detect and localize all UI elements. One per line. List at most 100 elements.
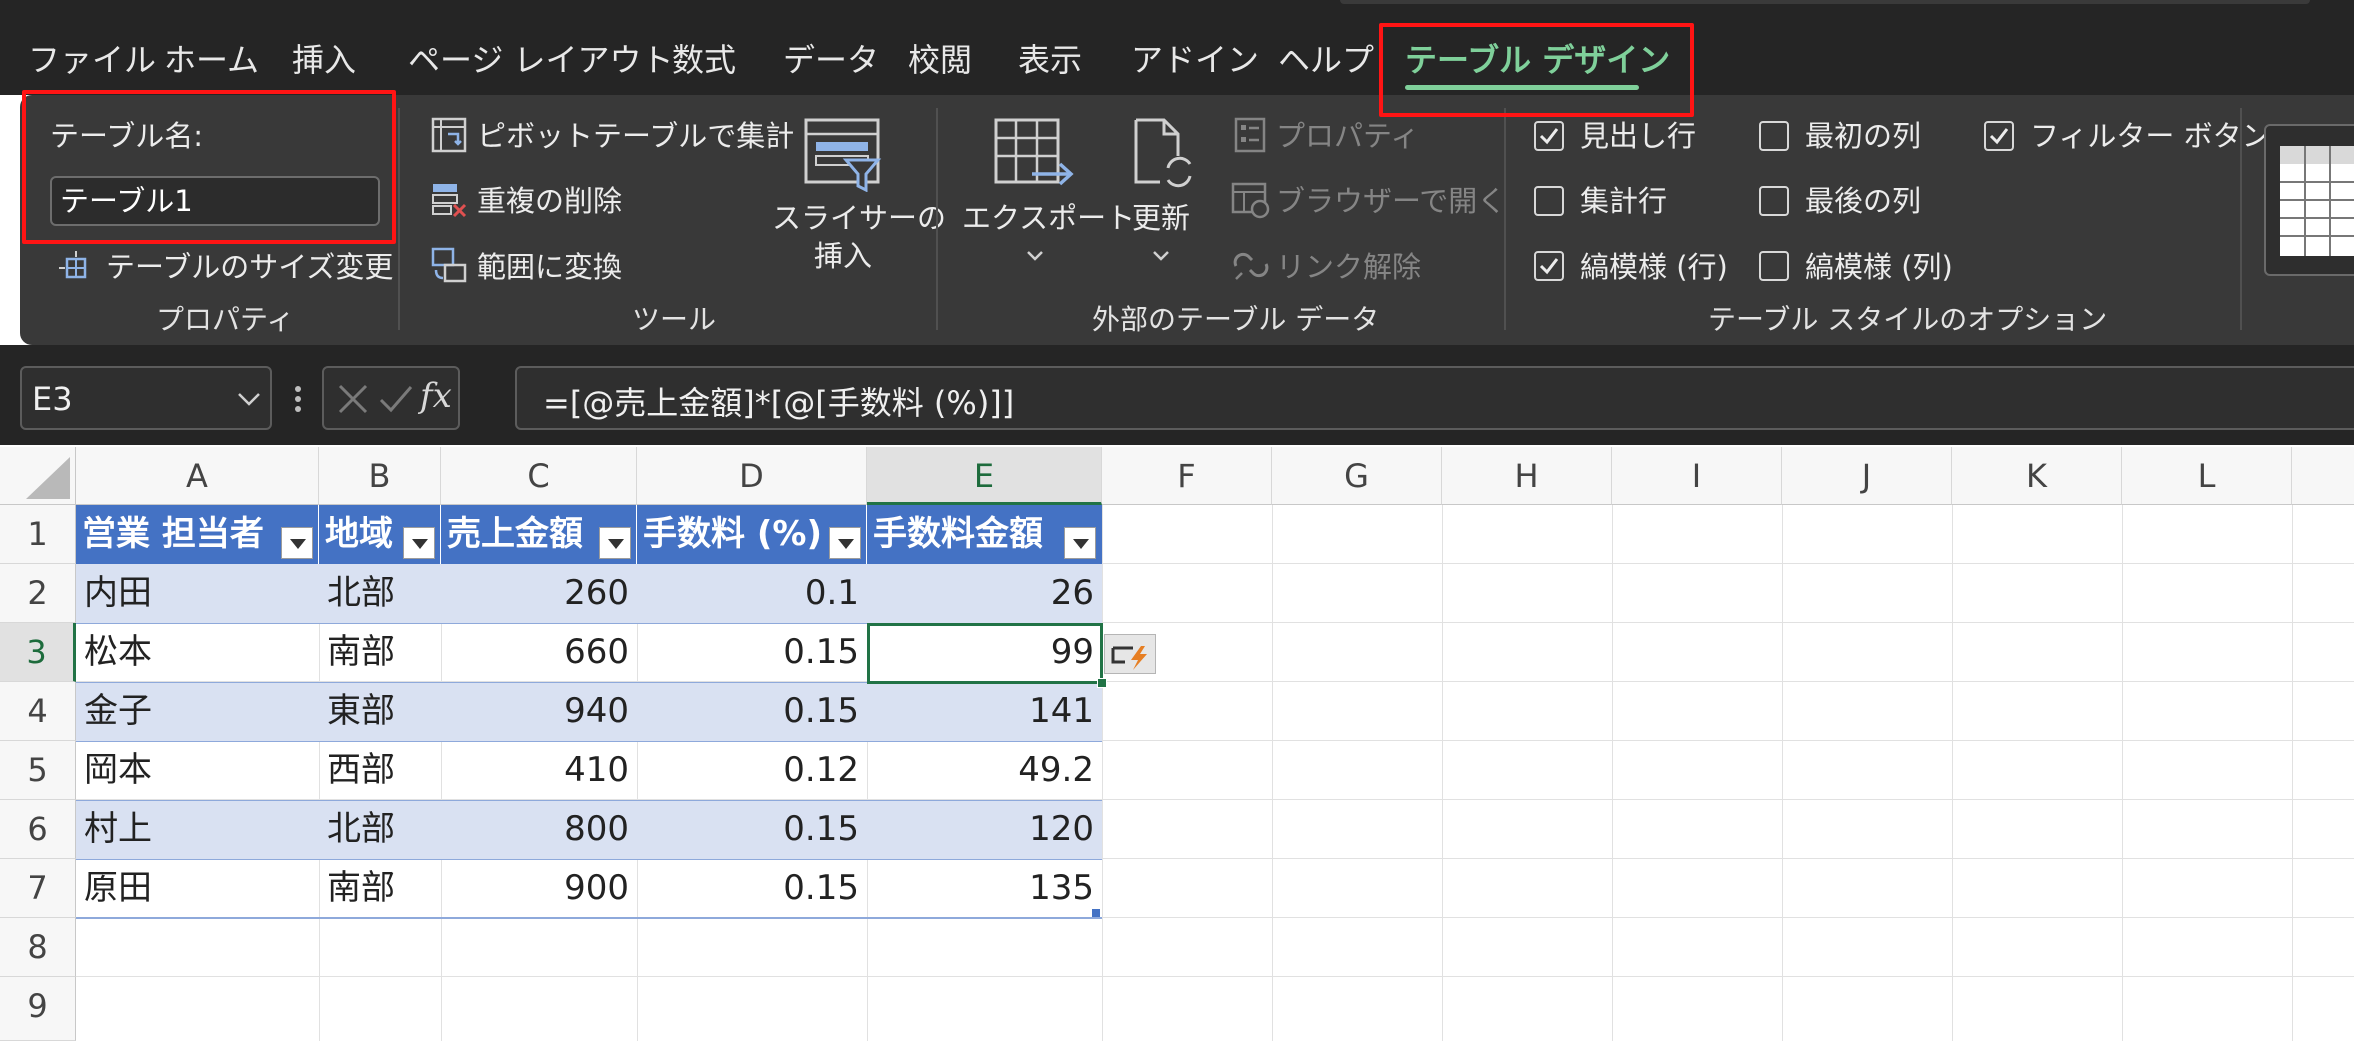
banded-columns-checkbox[interactable]: [1759, 251, 1789, 281]
resize-table-button[interactable]: テーブルのサイズ変更: [106, 249, 393, 285]
cell-c3[interactable]: 660: [441, 623, 637, 682]
more-options-icon[interactable]: [292, 382, 304, 416]
cell-b7[interactable]: 南部: [319, 859, 441, 918]
cell-c2[interactable]: 260: [441, 564, 637, 623]
tab-file[interactable]: ファイル: [28, 38, 156, 82]
cell-c5[interactable]: 410: [441, 741, 637, 800]
column-header-l[interactable]: L: [2122, 447, 2292, 505]
cell-d6[interactable]: 0.15: [637, 800, 867, 859]
cell-d4[interactable]: 0.15: [637, 682, 867, 741]
column-header-j[interactable]: J: [1782, 447, 1952, 505]
select-all-button[interactable]: [0, 447, 76, 505]
chevron-down-icon[interactable]: [1148, 246, 1174, 266]
column-header-i[interactable]: I: [1612, 447, 1782, 505]
cell-a5[interactable]: 岡本: [76, 741, 319, 800]
chevron-down-icon[interactable]: [1022, 246, 1048, 266]
convert-to-range-button[interactable]: 範囲に変換: [477, 249, 622, 285]
row-header-1[interactable]: 1: [0, 505, 76, 564]
banded-rows-label[interactable]: 縞模様 (行): [1580, 249, 1728, 285]
cell-e6[interactable]: 120: [867, 800, 1102, 859]
filter-dropdown-commission-amount[interactable]: [1064, 527, 1096, 559]
table-styles-gallery[interactable]: [2264, 124, 2354, 276]
cell-c7[interactable]: 900: [441, 859, 637, 918]
last-column-checkbox[interactable]: [1759, 186, 1789, 216]
row-header-7[interactable]: 7: [0, 859, 76, 918]
column-header-a[interactable]: A: [76, 447, 319, 505]
slicer-icon[interactable]: [802, 116, 882, 192]
cell-e5[interactable]: 49.2: [867, 741, 1102, 800]
total-row-checkbox[interactable]: [1534, 186, 1564, 216]
row-header-3[interactable]: 3: [0, 623, 76, 682]
autocorrect-options-button[interactable]: [1104, 634, 1156, 674]
properties-button[interactable]: プロパティ: [1276, 118, 1419, 154]
cell-a4[interactable]: 金子: [76, 682, 319, 741]
column-header-m[interactable]: [2292, 447, 2354, 505]
cell-a3[interactable]: 松本: [76, 623, 319, 682]
cell-e7[interactable]: 135: [867, 859, 1102, 918]
column-header-d[interactable]: D: [637, 447, 867, 505]
name-box[interactable]: E3: [20, 366, 272, 430]
cell-b6[interactable]: 北部: [319, 800, 441, 859]
refresh-icon[interactable]: [1130, 116, 1196, 192]
cell-d5[interactable]: 0.12: [637, 741, 867, 800]
tab-formulas[interactable]: 数式: [672, 38, 736, 82]
banded-columns-label[interactable]: 縞模様 (列): [1805, 249, 1953, 285]
column-header-e[interactable]: E: [867, 447, 1102, 505]
row-header-2[interactable]: 2: [0, 564, 76, 623]
cell-b3[interactable]: 南部: [319, 623, 441, 682]
filter-button-checkbox[interactable]: [1984, 121, 2014, 151]
tab-page-layout[interactable]: ページ レイアウト: [408, 38, 674, 82]
tab-help[interactable]: ヘルプ: [1278, 38, 1374, 82]
table-resize-handle[interactable]: [1092, 909, 1100, 917]
pivot-table-button[interactable]: ピボットテーブルで集計: [477, 118, 794, 154]
open-in-browser-button[interactable]: ブラウザーで開く: [1276, 183, 1506, 219]
tab-insert[interactable]: 挿入: [292, 38, 356, 82]
first-column-checkbox[interactable]: [1759, 121, 1789, 151]
filter-button-label[interactable]: フィルター ボタン: [2030, 118, 2271, 154]
header-row-checkbox[interactable]: [1534, 121, 1564, 151]
cell-d2[interactable]: 0.1: [637, 564, 867, 623]
banded-rows-checkbox[interactable]: [1534, 251, 1564, 281]
cell-d7[interactable]: 0.15: [637, 859, 867, 918]
filter-dropdown-sales-rep[interactable]: [281, 527, 313, 559]
cell-c4[interactable]: 940: [441, 682, 637, 741]
export-button[interactable]: エクスポート: [962, 200, 1135, 236]
tab-addins[interactable]: アドイン: [1131, 38, 1259, 82]
formula-input[interactable]: =[@売上金額]*[@[手数料 (%)]]: [515, 366, 2354, 430]
total-row-label[interactable]: 集計行: [1580, 183, 1667, 219]
filter-dropdown-sales-amount[interactable]: [599, 527, 631, 559]
slicer-button-line1[interactable]: スライサーの: [772, 200, 946, 236]
header-row-label[interactable]: 見出し行: [1580, 118, 1696, 154]
column-header-b[interactable]: B: [319, 447, 441, 505]
cell-b5[interactable]: 西部: [319, 741, 441, 800]
tab-data[interactable]: データ: [783, 38, 879, 82]
row-header-9[interactable]: 9: [0, 977, 76, 1041]
filter-dropdown-commission-rate[interactable]: [829, 527, 861, 559]
enter-check-icon[interactable]: [378, 382, 414, 416]
filter-dropdown-region[interactable]: [403, 527, 435, 559]
export-icon[interactable]: [990, 116, 1076, 192]
last-column-label[interactable]: 最後の列: [1805, 183, 1921, 219]
cell-b2[interactable]: 北部: [319, 564, 441, 623]
cell-b4[interactable]: 東部: [319, 682, 441, 741]
fill-handle[interactable]: [1097, 678, 1107, 688]
column-header-f[interactable]: F: [1102, 447, 1272, 505]
insert-function-button[interactable]: fx: [420, 376, 452, 416]
cell-e2[interactable]: 26: [867, 564, 1102, 623]
cell-c6[interactable]: 800: [441, 800, 637, 859]
column-header-h[interactable]: H: [1442, 447, 1612, 505]
row-header-4[interactable]: 4: [0, 682, 76, 741]
row-header-8[interactable]: 8: [0, 918, 76, 977]
slicer-button-line2[interactable]: 挿入: [772, 238, 914, 274]
column-header-k[interactable]: K: [1952, 447, 2122, 505]
tab-home[interactable]: ホーム: [164, 38, 259, 82]
remove-duplicates-button[interactable]: 重複の削除: [477, 183, 622, 219]
cell-a6[interactable]: 村上: [76, 800, 319, 859]
chevron-down-icon[interactable]: [234, 388, 264, 410]
tab-view[interactable]: 表示: [1018, 38, 1082, 82]
cell-e4[interactable]: 141: [867, 682, 1102, 741]
column-header-g[interactable]: G: [1272, 447, 1442, 505]
row-header-6[interactable]: 6: [0, 800, 76, 859]
first-column-label[interactable]: 最初の列: [1805, 118, 1921, 154]
cell-a7[interactable]: 原田: [76, 859, 319, 918]
